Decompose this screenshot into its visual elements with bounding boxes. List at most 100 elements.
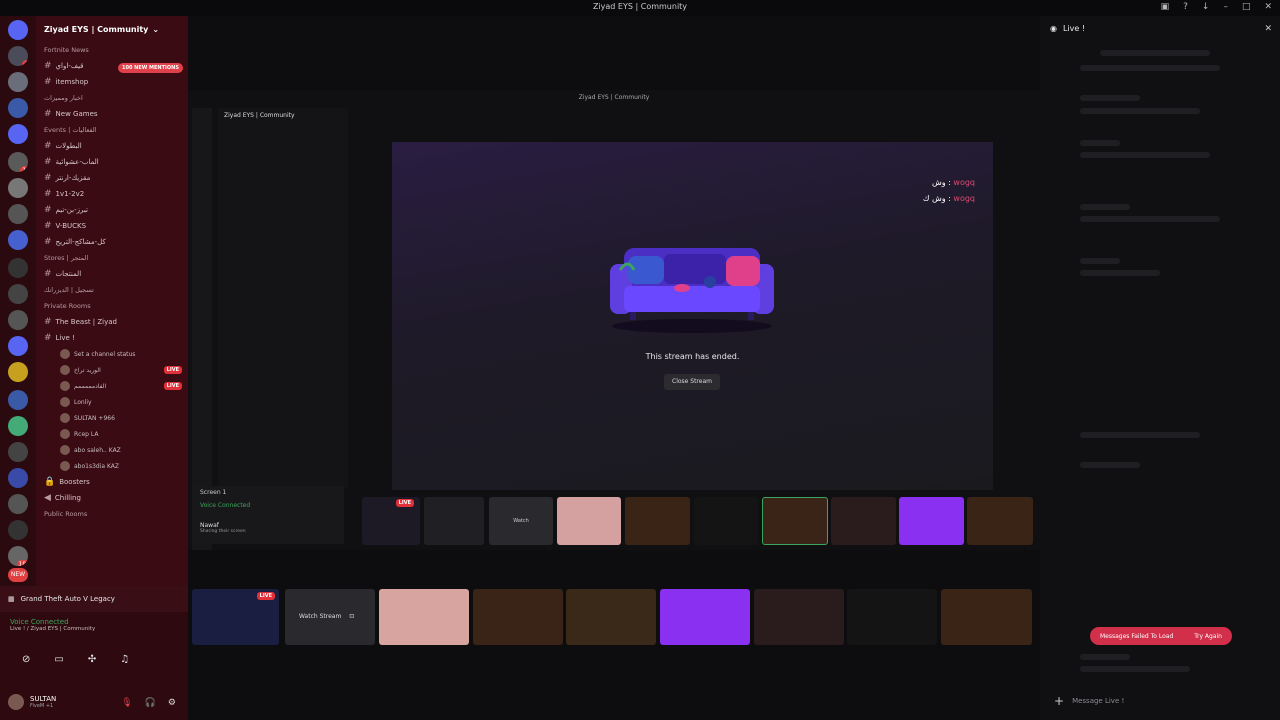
participant-tile[interactable] xyxy=(899,497,964,545)
server-icon[interactable] xyxy=(8,124,28,144)
message-input[interactable]: + Message Live ! xyxy=(1048,690,1276,712)
skeleton-line xyxy=(1080,95,1140,101)
participant-tile[interactable] xyxy=(847,589,937,645)
close-chat-icon[interactable]: ✕ xyxy=(1264,24,1272,34)
window-title: Ziyad EYS | Community xyxy=(592,2,688,11)
category[interactable]: Private Rooms xyxy=(36,298,188,314)
server-icon[interactable]: 188 xyxy=(8,546,28,566)
participant-tile[interactable] xyxy=(473,589,563,645)
activity-row[interactable]: ▦ Grand Theft Auto V Legacy xyxy=(0,586,188,612)
server-icon[interactable] xyxy=(8,336,28,356)
category[interactable]: Stores | المتجر xyxy=(36,250,188,266)
channel-item[interactable]: # V-BUCKS xyxy=(36,218,188,234)
server-icon[interactable]: 12 xyxy=(8,152,28,172)
channel-label: Events | الفعاليات xyxy=(44,126,97,134)
server-icon[interactable] xyxy=(8,310,28,330)
channel-item[interactable]: # itemshop xyxy=(36,74,188,90)
try-again-button[interactable]: Try Again xyxy=(1194,633,1222,640)
close-button[interactable]: ✕ xyxy=(1264,2,1272,12)
maximize-button[interactable]: □ xyxy=(1242,2,1251,12)
participant-tile[interactable] xyxy=(566,589,656,645)
participant-tile[interactable] xyxy=(625,497,690,545)
activity-icon[interactable]: ✣ xyxy=(88,654,96,665)
channel-item[interactable]: #1v1-2v2 xyxy=(36,186,188,202)
watch-tile[interactable]: Watch xyxy=(489,497,553,545)
server-icon[interactable] xyxy=(8,258,28,278)
server-icon[interactable] xyxy=(8,204,28,224)
help-icon[interactable]: ? xyxy=(1183,2,1188,12)
server-icon[interactable] xyxy=(8,468,28,488)
user-panel[interactable]: SULTAN FiveM +1 xyxy=(8,694,56,710)
voice-user[interactable]: الوريد تراخ LIVE xyxy=(36,362,188,378)
participant-tile[interactable] xyxy=(754,589,844,645)
camera-icon[interactable]: ⊘ xyxy=(22,654,30,665)
soundboard-icon[interactable]: ♫ xyxy=(120,654,129,665)
participant-tile[interactable] xyxy=(660,589,750,645)
inbox-icon[interactable]: ▣ xyxy=(1161,2,1170,12)
channel-item[interactable]: # The Beast | Ziyad xyxy=(36,314,188,330)
new-badge[interactable]: NEW xyxy=(8,568,28,582)
category[interactable]: Fortnite News xyxy=(36,42,188,58)
user-name: abo1s3dia KAZ xyxy=(74,462,120,470)
channel-item[interactable]: # مقزيك-ارنتر xyxy=(36,170,188,186)
channel-item[interactable]: # قيف-اواي xyxy=(36,58,188,74)
server-icon[interactable] xyxy=(8,362,28,382)
popout-icon[interactable]: ⊡ xyxy=(349,613,354,620)
channel-item[interactable]: # New Games xyxy=(36,106,188,122)
server-icon[interactable] xyxy=(8,178,28,198)
download-icon[interactable]: ↓ xyxy=(1202,2,1210,12)
server-header[interactable]: Ziyad EYS | Community ⌄ xyxy=(36,16,188,42)
channel-boosters[interactable]: 🔒 Boosters xyxy=(36,474,188,490)
voice-user[interactable]: Lonliy xyxy=(36,394,188,410)
voice-panel: ▦ Grand Theft Auto V Legacy Voice Connect… xyxy=(0,586,188,720)
category[interactable]: تسجيل | الديزرانك xyxy=(36,282,188,298)
participant-tile[interactable] xyxy=(557,497,621,545)
watch-stream-button[interactable]: Watch Stream ⊡ xyxy=(285,589,375,645)
mute-icon[interactable]: 🎙 xyxy=(121,698,132,708)
voice-user[interactable]: abo1s3dia KAZ xyxy=(36,458,188,474)
voice-user[interactable]: Rcep LA xyxy=(36,426,188,442)
server-icon[interactable] xyxy=(8,442,28,462)
channel-chilling[interactable]: ◀ Chilling xyxy=(36,490,188,506)
screen-share-icon[interactable]: ▭ xyxy=(54,654,63,665)
participant-tile[interactable] xyxy=(967,497,1033,545)
home-icon[interactable] xyxy=(8,20,28,40)
participant-tile[interactable] xyxy=(762,497,828,545)
channel-item[interactable]: # تبرز-بن-تيم xyxy=(36,202,188,218)
category-public-rooms[interactable]: Public Rooms xyxy=(36,506,188,522)
settings-icon[interactable]: ⚙ xyxy=(168,698,176,708)
category[interactable]: اخبار ومميزات xyxy=(36,90,188,106)
voice-user[interactable]: Set a channel status xyxy=(36,346,188,362)
stream-tile[interactable]: LIVE xyxy=(362,497,420,545)
channel-item[interactable]: # المنتجات xyxy=(36,266,188,282)
plus-icon[interactable]: + xyxy=(1054,694,1064,708)
server-icon[interactable] xyxy=(8,98,28,118)
channel-label: Boosters xyxy=(59,478,90,486)
server-icon[interactable]: 7 xyxy=(8,46,28,66)
user-name: SULTAN xyxy=(30,695,57,703)
channel-item[interactable]: # Live ! xyxy=(36,330,188,346)
server-icon[interactable] xyxy=(8,416,28,436)
deafen-icon[interactable]: 🎧 xyxy=(145,698,156,708)
close-stream-button[interactable]: Close Stream xyxy=(664,374,720,390)
minimize-button[interactable]: – xyxy=(1223,2,1228,12)
server-icon[interactable] xyxy=(8,72,28,92)
category[interactable]: Events | الفعاليات xyxy=(36,122,188,138)
participant-tile[interactable] xyxy=(694,497,758,545)
channel-item[interactable]: # البطولات xyxy=(36,138,188,154)
channel-item[interactable]: # الماب-عشوائية xyxy=(36,154,188,170)
server-icon[interactable] xyxy=(8,284,28,304)
voice-user[interactable]: SULTAN +966 xyxy=(36,410,188,426)
stream-tile[interactable] xyxy=(424,497,484,545)
voice-user[interactable]: abo saleh.. KAZ xyxy=(36,442,188,458)
stream-tile[interactable]: LIVE xyxy=(192,589,279,645)
participant-tile[interactable] xyxy=(379,589,469,645)
server-icon[interactable] xyxy=(8,494,28,514)
server-icon[interactable] xyxy=(8,230,28,250)
server-icon[interactable] xyxy=(8,390,28,410)
participant-tile[interactable] xyxy=(831,497,896,545)
server-icon[interactable] xyxy=(8,520,28,540)
participant-tile[interactable] xyxy=(941,589,1032,645)
voice-user[interactable]: الفادمممممم LIVE xyxy=(36,378,188,394)
channel-item[interactable]: # كل-مشاكج-التريح xyxy=(36,234,188,250)
